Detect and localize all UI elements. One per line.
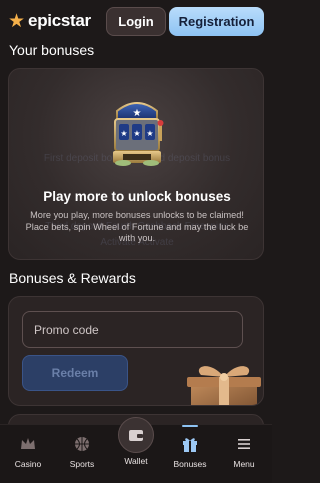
login-button[interactable]: Login (106, 7, 166, 36)
unlock-heading: Play more to unlock bonuses (43, 189, 231, 204)
your-bonuses-title: Your bonuses (9, 42, 95, 58)
nav-wallet-label: Wallet (124, 456, 148, 466)
active-tab-indicator (182, 425, 198, 427)
gift-box-icon (187, 366, 261, 405)
bonuses-rewards-title: Bonuses & Rewards (9, 270, 136, 286)
registration-button[interactable]: Registration (169, 7, 264, 36)
redeem-button[interactable]: Redeem (22, 355, 128, 391)
unlock-description: More you play, more bonuses unlocks to b… (25, 210, 249, 243)
bonus-locked-card: First deposit bonus Second deposit bonus… (8, 68, 264, 260)
nav-casino-label: Casino (14, 459, 42, 469)
slot-machine-icon: ★ ★ ★ ★ (113, 102, 164, 166)
nav-bonuses-label: Bonuses (173, 459, 207, 469)
logo-text: epicstar (28, 11, 91, 30)
nav-casino[interactable]: Casino (1, 435, 55, 469)
wallet-icon (129, 430, 143, 441)
nav-wallet[interactable] (118, 417, 154, 453)
crown-icon (21, 438, 35, 449)
promo-code-input[interactable] (22, 311, 243, 348)
nav-menu-label: Menu (233, 459, 255, 469)
svg-text:★: ★ (133, 129, 140, 138)
star-logo-icon: ★ (8, 10, 26, 32)
nav-sports-label: Sports (69, 459, 95, 469)
bottom-navigation: Casino Sports Wallet Bonuses Menu (0, 417, 272, 483)
svg-text:★: ★ (146, 129, 153, 138)
header: ★ epicstar Login Registration (0, 0, 272, 42)
gift-icon (183, 438, 197, 452)
svg-text:★: ★ (133, 108, 142, 119)
nav-bonuses[interactable]: Bonuses (163, 435, 217, 469)
promo-card: Redeem (8, 296, 264, 406)
logo[interactable]: ★ epicstar (8, 11, 91, 31)
hamburger-menu-icon (238, 439, 250, 449)
nav-menu[interactable]: Menu (217, 435, 271, 469)
basketball-icon (75, 437, 89, 451)
nav-sports[interactable]: Sports (55, 435, 109, 469)
svg-text:★: ★ (120, 129, 127, 138)
